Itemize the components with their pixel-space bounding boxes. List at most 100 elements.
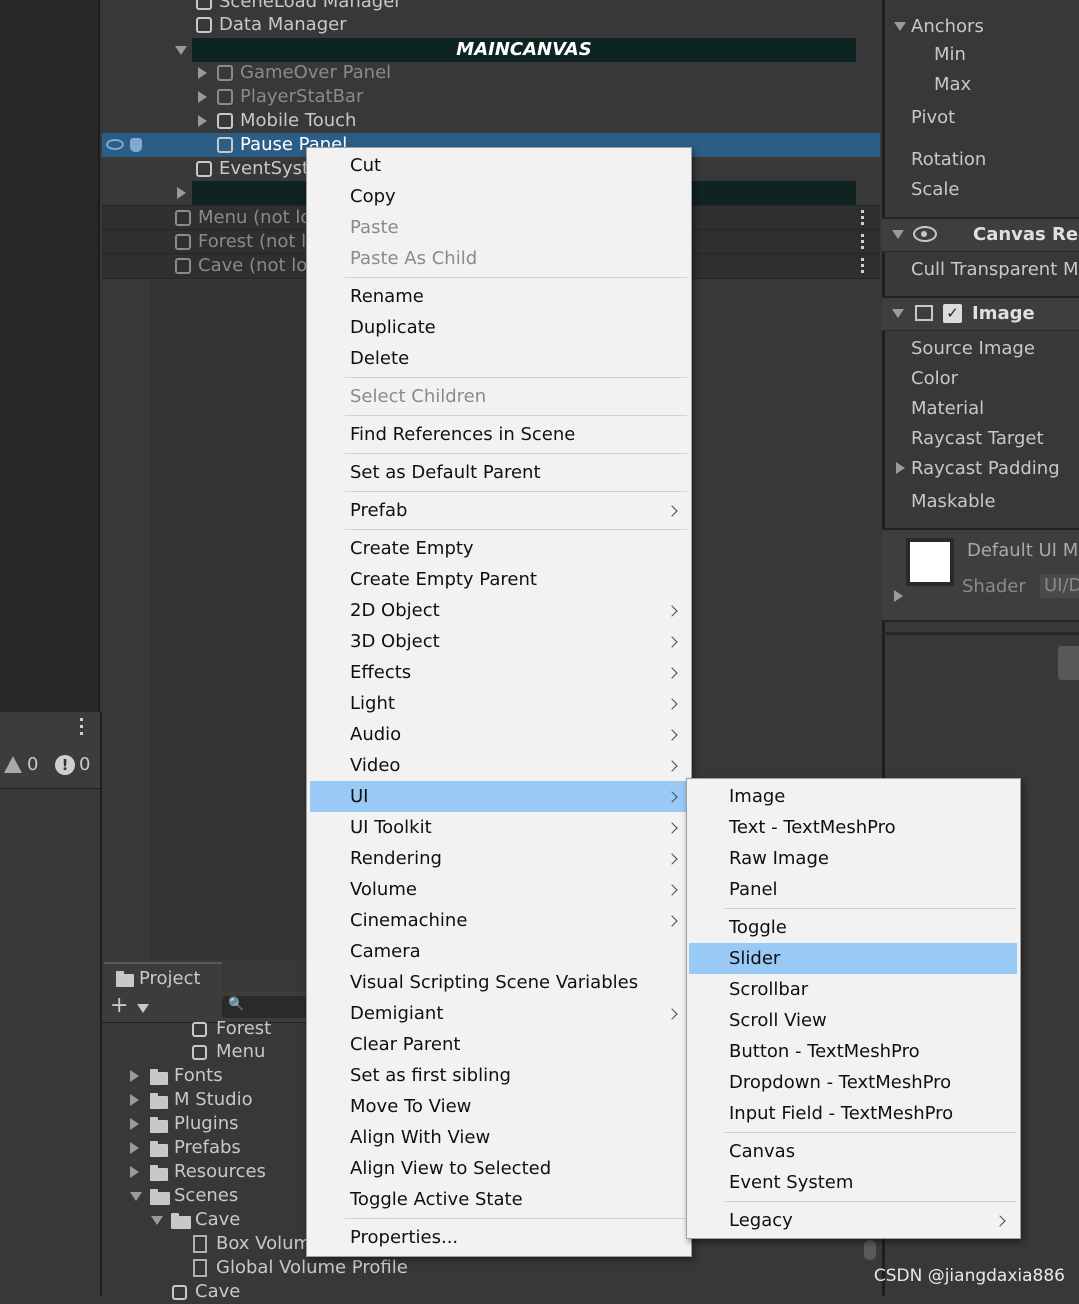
shader-dropdown[interactable]: UI/D (1040, 574, 1079, 598)
menu-item-create-empty[interactable]: Create Empty (307, 533, 691, 564)
hierarchy-item[interactable]: SceneLoad Manager (102, 0, 880, 14)
cull-transparent-label: Cull Transparent M (911, 259, 1079, 280)
search-input[interactable]: 🔍 (222, 996, 306, 1018)
warning-icon[interactable] (4, 756, 22, 773)
chevron-down-icon[interactable] (137, 1004, 149, 1013)
pick-hand-icon[interactable] (130, 138, 142, 152)
expand-arrow-icon[interactable] (130, 1094, 139, 1106)
expand-arrow-icon[interactable] (894, 22, 906, 31)
menu-item-rendering[interactable]: Rendering (307, 843, 691, 874)
expand-arrow-icon[interactable] (130, 1118, 139, 1130)
menu-item-copy[interactable]: Copy (307, 181, 691, 212)
submenu-item-legacy[interactable]: Legacy (687, 1205, 1020, 1236)
chevron-right-icon (666, 791, 678, 803)
submenu-item-raw-image[interactable]: Raw Image (687, 843, 1020, 874)
menu-item-video[interactable]: Video (307, 750, 691, 781)
submenu-item-image[interactable]: Image (687, 781, 1020, 812)
menu-item-clear-parent[interactable]: Clear Parent (307, 1029, 691, 1060)
menu-item-camera[interactable]: Camera (307, 936, 691, 967)
project-tab[interactable]: Project (104, 962, 222, 994)
folder-open-icon (150, 1189, 170, 1205)
scrollbar-thumb[interactable] (864, 1240, 876, 1260)
hierarchy-item-maincanvas[interactable]: MAINCANVAS (102, 38, 880, 62)
collapse-arrow-icon[interactable] (130, 1192, 142, 1201)
material-thumbnail[interactable] (906, 538, 954, 586)
menu-item-find-references[interactable]: Find References in Scene (307, 419, 691, 450)
hierarchy-item[interactable]: GameOver Panel (102, 61, 880, 85)
menu-item-prefab[interactable]: Prefab (307, 495, 691, 526)
submenu-item-panel[interactable]: Panel (687, 874, 1020, 905)
menu-item-set-default-parent[interactable]: Set as Default Parent (307, 457, 691, 488)
menu-item-toggle-active-state[interactable]: Toggle Active State (307, 1184, 691, 1215)
menu-item-audio[interactable]: Audio (307, 719, 691, 750)
kebab-menu-icon[interactable] (861, 258, 864, 273)
enabled-checkbox[interactable]: ✓ (943, 304, 962, 323)
menu-item-ui[interactable]: UI (310, 781, 688, 812)
kebab-menu-icon[interactable] (861, 234, 864, 249)
menu-item-paste[interactable]: Paste (307, 212, 691, 243)
expand-arrow-icon[interactable] (130, 1142, 139, 1154)
menu-item-volume[interactable]: Volume (307, 874, 691, 905)
menu-item-align-with-view[interactable]: Align With View (307, 1122, 691, 1153)
menu-item-move-to-view[interactable]: Move To View (307, 1091, 691, 1122)
hierarchy-item[interactable]: Mobile Touch (102, 109, 880, 133)
expand-arrow-icon[interactable] (175, 46, 187, 55)
menu-item-align-view-to-selected[interactable]: Align View to Selected (307, 1153, 691, 1184)
submenu-item-dropdown-tmp[interactable]: Dropdown - TextMeshPro (687, 1067, 1020, 1098)
raycast-padding-label: Raycast Padding (911, 458, 1060, 479)
submenu-item-input-field-tmp[interactable]: Input Field - TextMeshPro (687, 1098, 1020, 1129)
submenu-item-scrollbar[interactable]: Scrollbar (687, 974, 1020, 1005)
gameobject-icon (217, 89, 233, 105)
menu-item-rename[interactable]: Rename (307, 281, 691, 312)
menu-item-properties[interactable]: Properties... (307, 1222, 691, 1253)
menu-item-duplicate[interactable]: Duplicate (307, 312, 691, 343)
submenu-item-slider[interactable]: Slider (689, 943, 1017, 974)
menu-item-paste-as-child[interactable]: Paste As Child (307, 243, 691, 274)
menu-item-set-first-sibling[interactable]: Set as first sibling (307, 1060, 691, 1091)
menu-item-2d-object[interactable]: 2D Object (307, 595, 691, 626)
submenu-item-toggle[interactable]: Toggle (687, 912, 1020, 943)
collapse-arrow-icon[interactable] (151, 1216, 163, 1225)
submenu-item-canvas[interactable]: Canvas (687, 1136, 1020, 1167)
expand-arrow-icon[interactable] (198, 115, 207, 127)
expand-arrow-icon[interactable] (130, 1166, 139, 1178)
scene-icon (175, 210, 191, 226)
menu-item-cut[interactable]: Cut (307, 150, 691, 181)
ui-submenu: Image Text - TextMeshPro Raw Image Panel… (686, 778, 1021, 1239)
hierarchy-item[interactable]: Data Manager (102, 13, 880, 37)
expand-arrow-icon[interactable] (177, 187, 186, 199)
expand-arrow-icon[interactable] (892, 309, 904, 318)
hierarchy-item[interactable]: PlayerStatBar (102, 85, 880, 109)
menu-item-effects[interactable]: Effects (307, 657, 691, 688)
kebab-menu-icon[interactable] (80, 718, 84, 736)
canvas-renderer-header[interactable]: Canvas Ren (882, 217, 1079, 252)
watermark: CSDN @jiangdaxia886 (873, 1266, 1065, 1286)
visibility-eye-icon[interactable] (106, 139, 124, 150)
menu-item-demigiant[interactable]: Demigiant (307, 998, 691, 1029)
menu-item-light[interactable]: Light (307, 688, 691, 719)
error-icon[interactable]: ! (55, 755, 75, 775)
image-component-header[interactable]: ✓ Image (882, 296, 1079, 331)
menu-item-visual-scripting[interactable]: Visual Scripting Scene Variables (307, 967, 691, 998)
menu-item-create-empty-parent[interactable]: Create Empty Parent (307, 564, 691, 595)
expand-arrow-icon[interactable] (198, 67, 207, 79)
plus-icon[interactable]: + (110, 994, 128, 1018)
submenu-item-text-tmp[interactable]: Text - TextMeshPro (687, 812, 1020, 843)
add-component-button[interactable] (1058, 646, 1079, 680)
expand-arrow-icon[interactable] (198, 91, 207, 103)
chevron-right-icon (666, 729, 678, 741)
expand-arrow-icon[interactable] (130, 1070, 139, 1082)
kebab-menu-icon[interactable] (861, 210, 864, 225)
menu-item-delete[interactable]: Delete (307, 343, 691, 374)
menu-item-3d-object[interactable]: 3D Object (307, 626, 691, 657)
rotation-label: Rotation (911, 149, 987, 170)
submenu-item-button-tmp[interactable]: Button - TextMeshPro (687, 1036, 1020, 1067)
menu-item-cinemachine[interactable]: Cinemachine (307, 905, 691, 936)
expand-arrow-icon[interactable] (894, 590, 903, 602)
submenu-item-event-system[interactable]: Event System (687, 1167, 1020, 1198)
expand-arrow-icon[interactable] (896, 462, 905, 474)
expand-arrow-icon[interactable] (892, 230, 904, 239)
submenu-item-scroll-view[interactable]: Scroll View (687, 1005, 1020, 1036)
menu-item-select-children[interactable]: Select Children (307, 381, 691, 412)
menu-item-ui-toolkit[interactable]: UI Toolkit (307, 812, 691, 843)
